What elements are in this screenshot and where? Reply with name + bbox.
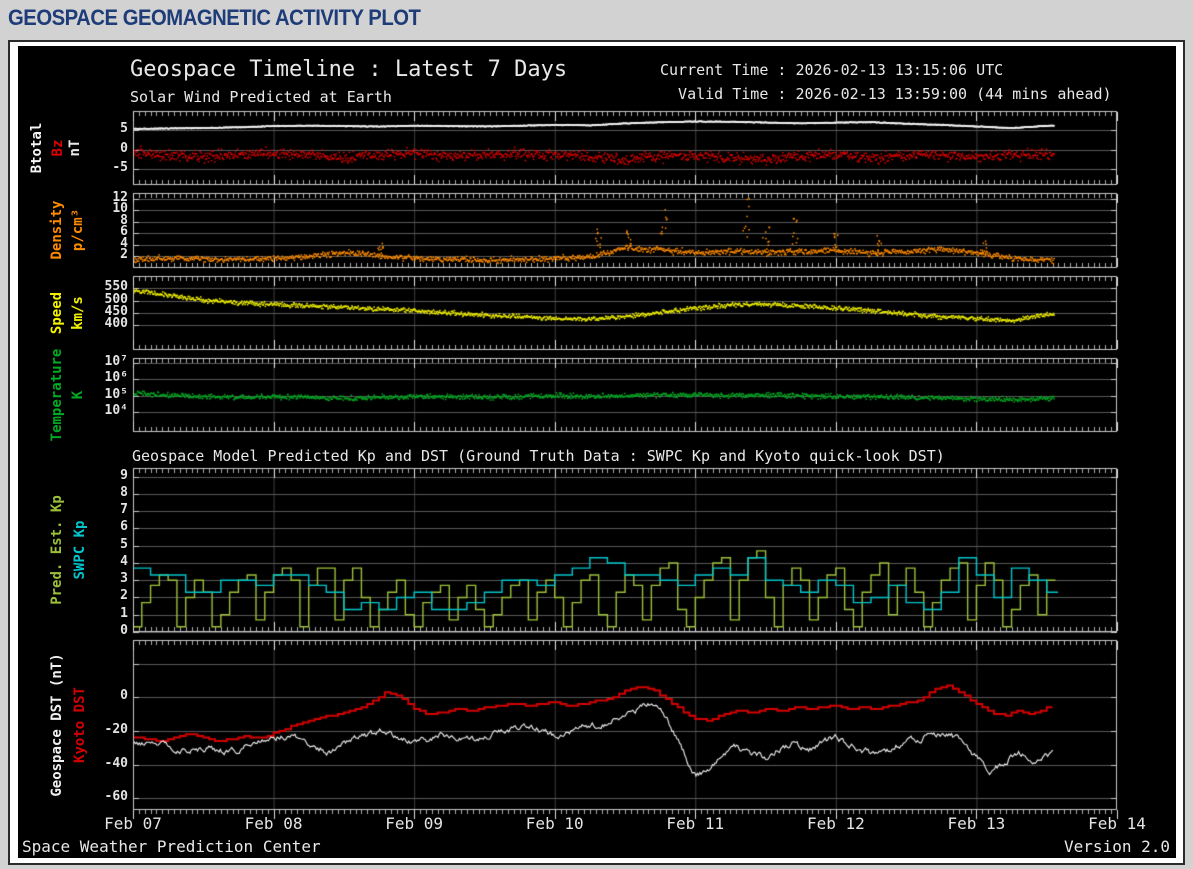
y-tick-label: 9	[120, 467, 128, 483]
plot-title: Geospace Timeline : Latest 7 Days	[130, 57, 568, 82]
current-time-text: Current Time : 2026-02-13 13:15:06 UTC	[660, 61, 1004, 79]
y-tick-label: 2	[120, 588, 128, 604]
page-title: GEOSPACE GEOMAGNETIC ACTIVITY PLOT	[8, 5, 421, 30]
y-tick-label: 8	[120, 484, 128, 500]
y-tick-label: 3	[120, 571, 128, 587]
y-tick-label: 5	[120, 121, 128, 137]
geospace-plot: Geospace Timeline : Latest 7 Days Solar …	[18, 46, 1176, 858]
y-tick-label: 5	[120, 536, 128, 552]
y-tick-label: -5	[112, 160, 128, 176]
plot-frame: Geospace Timeline : Latest 7 Days Solar …	[8, 40, 1185, 865]
y-tick-label: 7	[120, 502, 128, 518]
y-tick-label: 0	[120, 140, 128, 156]
x-tick-label: Feb 14	[1088, 814, 1146, 833]
x-tick-label: Feb 07	[104, 814, 162, 833]
footer-version: Version 2.0	[1064, 837, 1170, 856]
y-tick-label: 6	[120, 519, 128, 535]
footer-source: Space Weather Prediction Center	[22, 837, 321, 856]
y-tick-label: 1	[120, 605, 128, 621]
y-tick-label: 10⁷	[104, 353, 128, 369]
y-tick-label: 0	[120, 688, 128, 704]
y-tick-label: 0	[120, 623, 128, 638]
y-tick-label: 2	[120, 247, 128, 263]
x-tick-label: Feb 10	[525, 814, 584, 833]
y-tick-label: -60	[104, 789, 128, 805]
page: GEOSPACE GEOMAGNETIC ACTIVITY PLOT Geosp…	[0, 0, 1193, 869]
x-tick-label: Feb 12	[806, 814, 865, 833]
y-tick-label: -20	[104, 721, 128, 737]
mid-title: Geospace Model Predicted Kp and DST (Gro…	[132, 447, 945, 465]
x-tick-label: Feb 11	[666, 814, 725, 833]
y-tick-label: 10⁵	[104, 386, 128, 402]
x-tick-label: Feb 08	[244, 814, 303, 833]
y-tick-label: 400	[104, 316, 128, 332]
x-tick-label: Feb 13	[947, 814, 1006, 833]
y-tick-label: 10⁴	[104, 403, 128, 419]
y-tick-label: 10⁶	[104, 370, 128, 386]
valid-time-text: Valid Time : 2026-02-13 13:59:00 (44 min…	[660, 85, 1112, 103]
y-tick-label: 4	[120, 553, 128, 569]
x-tick-label: Feb 09	[385, 814, 444, 833]
plot-subtitle: Solar Wind Predicted at Earth	[130, 88, 392, 106]
y-tick-label: -40	[104, 755, 128, 771]
